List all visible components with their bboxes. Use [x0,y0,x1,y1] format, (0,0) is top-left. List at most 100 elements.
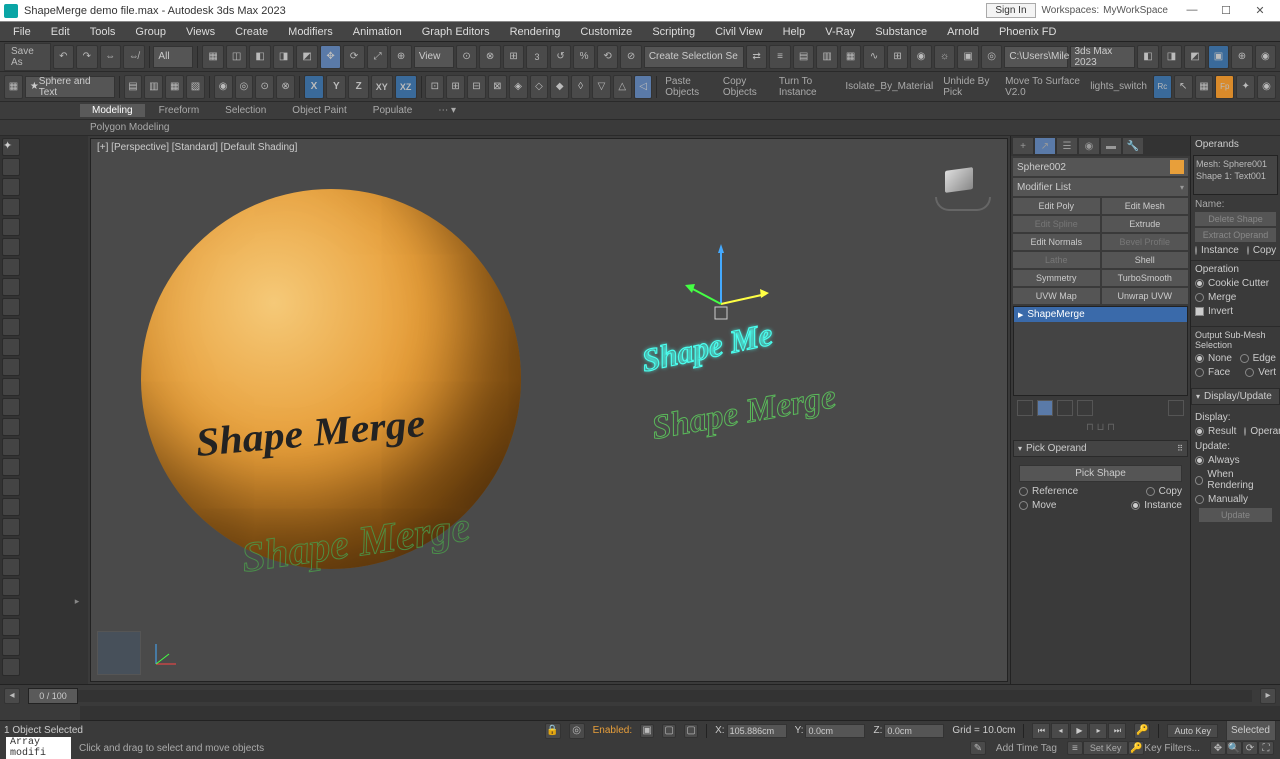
custom-btn-isolate[interactable]: Isolate_By_Material [841,81,937,92]
tab-utilities-icon[interactable]: 🔧 [1123,138,1143,154]
select-paint-button[interactable]: ◧ [249,45,271,69]
rollout-pickoperand-header[interactable]: Pick Operand⠿ [1013,440,1188,457]
extra4-button[interactable]: ▣ [1208,45,1230,69]
pick-shape-button[interactable]: Pick Shape [1019,465,1182,482]
rc-button[interactable]: Rc [1153,75,1172,99]
layer-tb3[interactable]: ▦ [165,75,184,99]
left-tool[interactable]: ✦ [2,138,20,156]
shape-text-2[interactable]: Shape Merge [649,378,839,448]
stack-show-icon[interactable] [1037,400,1053,416]
radio-op-instance[interactable] [1195,246,1197,255]
render2-button[interactable]: ▣ [957,45,979,69]
viewport-label[interactable]: [+] [Perspective] [Standard] [Default Sh… [97,142,297,153]
layer-button[interactable]: ▤ [793,45,815,69]
menu-vray[interactable]: V-Ray [816,24,864,40]
expand-handle[interactable]: ▸ [75,596,80,607]
axis-x-button[interactable]: X [304,75,324,99]
snap11-button[interactable]: ◁ [634,75,653,99]
mod-lathe[interactable]: Lathe [1013,252,1100,268]
modifier-list-dropdown[interactable]: Modifier List [1013,178,1188,196]
left-tool[interactable] [2,378,20,396]
manip-button[interactable]: ⊗ [479,45,501,69]
snap6-button[interactable]: ◇ [530,75,549,99]
isolate-icon[interactable]: ◎ [569,723,585,739]
place-tool-button[interactable]: ⊕ [390,45,412,69]
coord-x-input[interactable] [727,724,787,738]
close-button[interactable]: ✕ [1244,4,1276,17]
mod-uvwmap[interactable]: UVW Map [1013,288,1100,304]
left-tool[interactable] [2,478,20,496]
ex2-button[interactable]: ▦ [1195,75,1214,99]
maximize-button[interactable]: ☐ [1210,4,1242,17]
tab-modify-icon[interactable]: ↗ [1035,138,1055,154]
snap7-button[interactable]: ◆ [550,75,569,99]
custom-btn-unhide[interactable]: Unhide By Pick [939,76,999,98]
left-tool[interactable] [2,618,20,636]
left-tool[interactable] [2,158,20,176]
left-tool[interactable] [2,458,20,476]
axis-xy-button[interactable]: XY [371,75,393,99]
select-lasso-button[interactable]: ◨ [273,45,295,69]
refcoord-dropdown[interactable]: View [414,46,454,68]
menu-tools[interactable]: Tools [81,24,125,40]
select-window-button[interactable]: ▦ [202,45,224,69]
setkey-button[interactable]: Set Key [1083,741,1129,755]
keyfilter-dropdown[interactable]: Selected [1226,720,1276,740]
left-tool[interactable] [2,278,20,296]
mod-turbosmooth[interactable]: TurboSmooth [1102,270,1189,286]
snap8-button[interactable]: ◊ [571,75,590,99]
mod-extrude[interactable]: Extrude [1102,216,1189,232]
goto-end-button[interactable]: ⏭ [1108,723,1126,739]
snap1-button[interactable]: ⊡ [425,75,444,99]
menu-substance[interactable]: Substance [866,24,936,40]
left-tool[interactable] [2,538,20,556]
custom-btn-copy[interactable]: Copy Objects [719,76,773,98]
iso2-button[interactable]: ◎ [235,75,254,99]
ribbon-tab-populate[interactable]: Populate [361,104,424,117]
axis-y-button[interactable]: Y [326,75,346,99]
menu-arnold[interactable]: Arnold [938,24,988,40]
left-tool[interactable] [2,658,20,676]
left-tool[interactable] [2,518,20,536]
render-button[interactable]: ☼ [934,45,956,69]
radio-move[interactable] [1019,501,1028,510]
path2-dropdown[interactable]: 3ds Max 2023 [1070,46,1136,68]
snap5-button[interactable]: ◈ [509,75,528,99]
ribbon-tab-objectpaint[interactable]: Object Paint [280,104,358,117]
operand-item[interactable]: Shape 1: Text001 [1196,170,1275,182]
timeline-prev[interactable]: ◂ [4,688,20,704]
mated-button[interactable]: ◉ [910,45,932,69]
keyfilters-button[interactable]: Key Filters... [1144,743,1200,754]
mod-unwrapuvw[interactable]: Unwrap UVW [1102,288,1189,304]
radio-none[interactable] [1195,354,1204,363]
tab-motion-icon[interactable]: ◉ [1079,138,1099,154]
left-tool[interactable] [2,418,20,436]
extra6-button[interactable]: ◉ [1255,45,1277,69]
pivot-button[interactable]: ⊙ [456,45,478,69]
script-icon[interactable]: ≡ [1067,741,1083,755]
addtimetag[interactable]: Add Time Tag [996,743,1057,754]
move-tool-button[interactable]: ✥ [320,45,342,69]
time-slider[interactable]: 0 / 100 [28,690,1252,702]
menu-phoenixfd[interactable]: Phoenix FD [990,24,1065,40]
left-tool[interactable] [2,598,20,616]
snap9-button[interactable]: ▽ [592,75,611,99]
layer-tb1[interactable]: ▤ [124,75,143,99]
play-button[interactable]: ▶ [1070,723,1088,739]
iso4-button[interactable]: ⊗ [276,75,295,99]
ribbon-overflow[interactable]: ⋯ ▾ [426,104,468,117]
menu-views[interactable]: Views [177,24,224,40]
minimize-button[interactable]: — [1176,4,1208,17]
custom-btn-lights[interactable]: lights_switch [1086,81,1151,92]
maxscript-listener[interactable]: Array modifi [6,737,71,759]
mod-editpoly[interactable]: Edit Poly [1013,198,1100,214]
shape-text-selected[interactable]: Shape Me [639,316,775,380]
menu-civilview[interactable]: Civil View [706,24,771,40]
object-color-swatch[interactable] [1170,160,1184,174]
scale-tool-button[interactable]: ⤢ [367,45,389,69]
lock-selection-icon[interactable]: 🔒 [545,723,561,739]
ribbon-tab-freeform[interactable]: Freeform [147,104,212,117]
spinsnap-button[interactable]: ⟲ [597,45,619,69]
tab-display-icon[interactable]: ▬ [1101,138,1121,154]
delete-shape-button[interactable]: Delete Shape [1195,212,1276,226]
